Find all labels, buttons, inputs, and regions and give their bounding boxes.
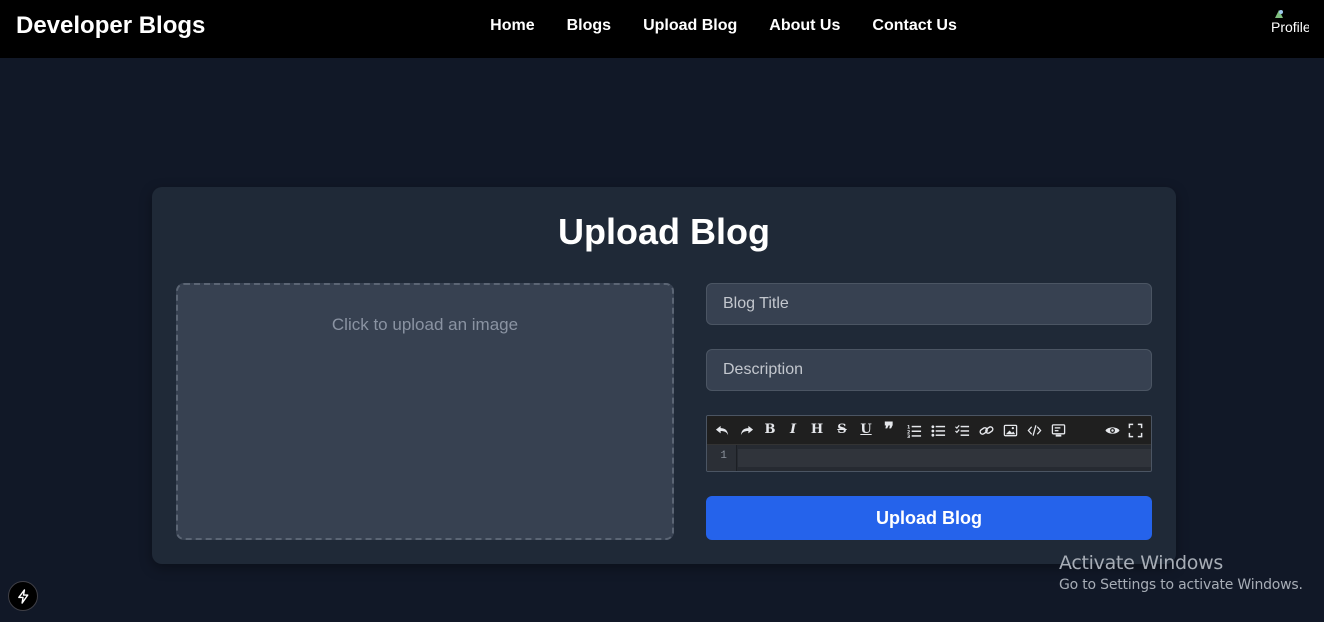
quote-icon[interactable]: ❞ bbox=[880, 421, 898, 439]
heading-icon[interactable]: H bbox=[808, 421, 826, 439]
svg-text:3: 3 bbox=[907, 434, 910, 438]
preview-icon[interactable] bbox=[1103, 421, 1121, 439]
undo-icon[interactable] bbox=[713, 421, 731, 439]
upload-card: Upload Blog Click to upload an image B I… bbox=[152, 187, 1176, 564]
page-title: Upload Blog bbox=[558, 211, 770, 252]
unordered-list-icon[interactable] bbox=[929, 421, 947, 439]
bold-icon[interactable]: B bbox=[761, 421, 779, 439]
fullscreen-icon[interactable] bbox=[1126, 421, 1144, 439]
nav-upload-blog[interactable]: Upload Blog bbox=[643, 17, 737, 35]
link-icon[interactable] bbox=[977, 421, 995, 439]
dropzone-label: Click to upload an image bbox=[331, 315, 519, 334]
strikethrough-icon[interactable]: S bbox=[833, 421, 851, 439]
nav-links: Home Blogs Upload Blog About Us Contact … bbox=[0, 17, 1324, 35]
italic-icon[interactable]: I bbox=[784, 421, 802, 439]
nav-home[interactable]: Home bbox=[490, 17, 534, 35]
ordered-list-icon[interactable]: 123 bbox=[905, 421, 923, 440]
lightning-icon bbox=[18, 589, 29, 604]
nav-about-us[interactable]: About Us bbox=[769, 17, 840, 35]
blog-title-input[interactable] bbox=[706, 283, 1152, 325]
redo-icon[interactable] bbox=[737, 421, 755, 439]
watermark-subtitle: Go to Settings to activate Windows. bbox=[1059, 577, 1303, 593]
editor-toolbar: B I H S U ❞ 123 bbox=[707, 416, 1151, 445]
nav-contact-us[interactable]: Contact Us bbox=[872, 17, 956, 35]
code-block-icon[interactable] bbox=[1049, 421, 1067, 439]
code-icon[interactable] bbox=[1025, 421, 1043, 439]
navbar: Developer Blogs Home Blogs Upload Blog A… bbox=[0, 0, 1324, 58]
image-icon[interactable] bbox=[1001, 421, 1019, 439]
upload-blog-button[interactable]: Upload Blog bbox=[706, 496, 1152, 540]
profile-avatar[interactable]: Profile bbox=[1271, 8, 1309, 42]
line-number: 1 bbox=[720, 450, 727, 462]
markdown-editor[interactable]: B I H S U ❞ 123 1 bbox=[706, 415, 1152, 472]
underline-icon[interactable]: U bbox=[857, 421, 875, 439]
windows-activation-watermark: Activate Windows Go to Settings to activ… bbox=[1059, 552, 1303, 593]
image-upload-dropzone[interactable]: Click to upload an image bbox=[176, 283, 674, 540]
profile-alt-text: Profile bbox=[1271, 19, 1309, 35]
editor-gutter: 1 bbox=[707, 445, 737, 471]
editor-text-area[interactable] bbox=[738, 449, 1151, 467]
dev-tools-badge[interactable] bbox=[8, 581, 38, 611]
checklist-icon[interactable] bbox=[953, 421, 971, 439]
description-input[interactable] bbox=[706, 349, 1152, 391]
nav-blogs[interactable]: Blogs bbox=[567, 17, 611, 35]
watermark-title: Activate Windows bbox=[1059, 552, 1223, 574]
